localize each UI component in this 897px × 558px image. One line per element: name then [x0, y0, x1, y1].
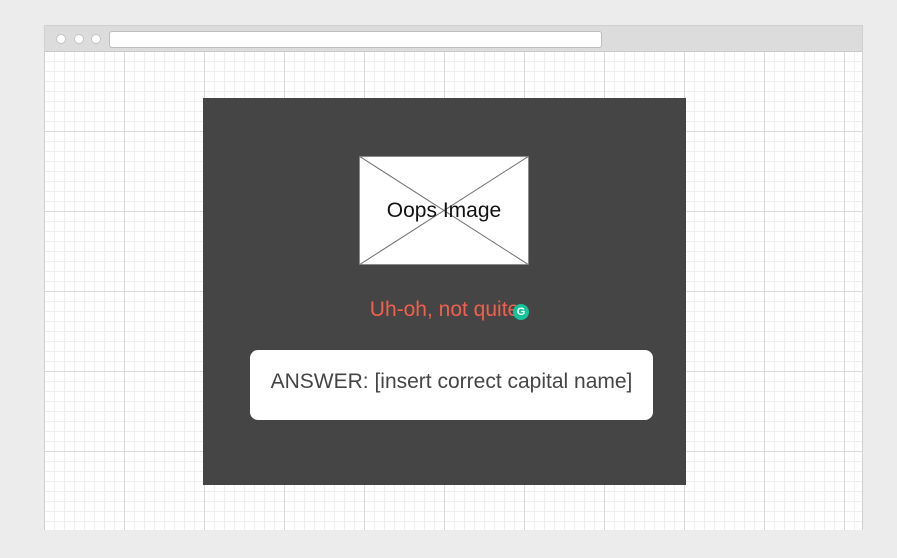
browser-titlebar — [45, 26, 862, 52]
window-maximize-button[interactable] — [91, 34, 101, 44]
feedback-panel: Oops Image Uh-oh, not quite G ANSWER: [i… — [203, 98, 686, 485]
answer-box: ANSWER: [insert correct capital name] — [250, 350, 653, 420]
image-placeholder-label: Oops Image — [386, 199, 502, 222]
address-bar[interactable] — [109, 31, 602, 48]
answer-text: ANSWER: [insert correct capital name] — [270, 370, 633, 393]
feedback-message: Uh-oh, not quite — [369, 298, 520, 321]
image-placeholder: Oops Image — [359, 156, 529, 265]
grammarly-icon[interactable]: G — [513, 304, 529, 320]
window-minimize-button[interactable] — [74, 34, 84, 44]
window-close-button[interactable] — [56, 34, 66, 44]
